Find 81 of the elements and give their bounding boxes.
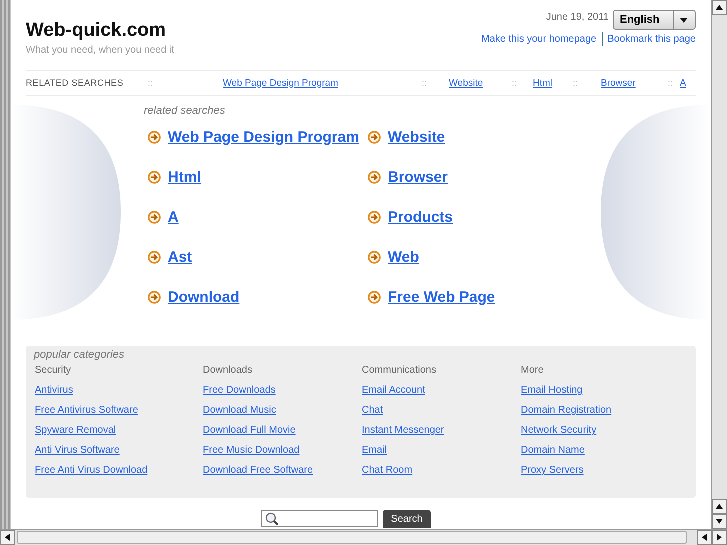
related-searches-label: RELATED SEARCHES xyxy=(26,78,124,88)
separator-mark: :: xyxy=(512,78,518,88)
category-link[interactable]: Antivirus xyxy=(35,385,74,405)
search-button[interactable]: Search xyxy=(383,510,431,528)
left-arrow-icon xyxy=(5,534,10,541)
arrow-icon xyxy=(368,210,381,224)
category-title: Security xyxy=(35,365,72,378)
related-search-link[interactable]: Browser xyxy=(388,168,448,186)
section-heading: related searches xyxy=(144,105,226,117)
horizontal-scrollbar[interactable] xyxy=(0,529,727,545)
scroll-up-button[interactable] xyxy=(712,0,727,15)
scroll-left-button[interactable] xyxy=(0,530,15,545)
header-link[interactable]: Make this your homepage xyxy=(482,34,597,44)
related-search-link[interactable]: A xyxy=(680,78,686,88)
related-search-link[interactable]: Web Page Design Program xyxy=(168,128,360,146)
section-heading: popular categories xyxy=(34,349,126,361)
category-title: Downloads xyxy=(203,365,254,378)
related-search-link[interactable]: Download xyxy=(168,288,240,306)
site-title: Web-quick.com xyxy=(26,20,168,42)
related-search-link[interactable]: Website xyxy=(388,128,446,146)
scroll-left-button[interactable] xyxy=(697,530,712,545)
category-link[interactable]: Anti Virus Software xyxy=(35,445,120,465)
category-title: Communications xyxy=(362,365,438,378)
separator-mark: :: xyxy=(148,78,154,88)
left-arrow-icon xyxy=(702,534,707,541)
category-link[interactable]: Free Anti Virus Download xyxy=(35,465,148,485)
scrollbar-thumb[interactable] xyxy=(17,531,687,544)
right-arrow-icon xyxy=(717,534,722,541)
related-search-link[interactable]: Ast xyxy=(168,248,192,266)
scroll-down-button[interactable] xyxy=(712,514,727,529)
category-title: More xyxy=(521,365,545,378)
category-link[interactable]: Proxy Servers xyxy=(521,465,584,485)
up-arrow-icon xyxy=(716,504,723,509)
language-dropdown[interactable]: English xyxy=(613,10,696,30)
arrow-icon xyxy=(368,250,381,264)
related-search-link[interactable]: Browser xyxy=(601,78,636,88)
category-link[interactable]: Domain Registration xyxy=(521,405,612,425)
scroll-up-button[interactable] xyxy=(712,499,727,514)
category-link[interactable]: Download Full Movie xyxy=(203,425,296,445)
category-link[interactable]: Email xyxy=(362,445,388,465)
category-link[interactable]: Email Hosting xyxy=(521,385,583,405)
down-arrow-icon xyxy=(716,519,723,524)
arrow-icon xyxy=(148,210,161,224)
separator-mark: :: xyxy=(422,78,428,88)
category-link[interactable]: Chat Room xyxy=(362,465,413,485)
category-link[interactable]: Spyware Removal xyxy=(35,425,116,445)
arrow-icon xyxy=(148,290,161,304)
related-search-link[interactable]: Html xyxy=(533,78,553,88)
header-link[interactable]: Bookmark this page xyxy=(608,34,696,44)
arrow-icon xyxy=(368,170,381,184)
related-search-link[interactable]: Web xyxy=(388,248,420,266)
separator-mark: :: xyxy=(573,78,578,88)
category-link[interactable]: Email Account xyxy=(362,385,426,405)
category-link[interactable]: Instant Messenger xyxy=(362,425,444,445)
arrow-icon xyxy=(368,130,381,144)
category-link[interactable]: Free Music Download xyxy=(203,445,300,465)
arrow-icon xyxy=(148,170,161,184)
related-search-link[interactable]: Website xyxy=(449,78,484,88)
date-label: June 19, 2011 xyxy=(546,12,609,23)
up-arrow-icon xyxy=(716,5,723,10)
category-link[interactable]: Network Security xyxy=(521,425,597,445)
related-search-link[interactable]: Web Page Design Program xyxy=(223,78,338,88)
related-search-link[interactable]: A xyxy=(168,208,179,226)
arrow-icon xyxy=(148,250,161,264)
category-link[interactable]: Free Antivirus Software xyxy=(35,405,138,425)
site-tagline: What you need, when you need it xyxy=(26,45,174,56)
arrow-icon xyxy=(148,130,161,144)
related-search-link[interactable]: Html xyxy=(168,168,202,186)
search-icon xyxy=(265,512,279,526)
scroll-right-button[interactable] xyxy=(712,530,727,545)
related-search-link[interactable]: Free Web Page xyxy=(388,288,496,306)
category-link[interactable]: Download Free Software xyxy=(203,465,314,485)
category-link[interactable]: Domain Name xyxy=(521,445,585,465)
category-link[interactable]: Free Downloads xyxy=(203,385,276,405)
category-link[interactable]: Download Music xyxy=(203,405,276,425)
category-link[interactable]: Chat xyxy=(362,405,384,425)
arrow-icon xyxy=(368,290,381,304)
search-field[interactable] xyxy=(261,510,378,527)
related-search-link[interactable]: Products xyxy=(388,208,454,226)
separator-mark: :: xyxy=(668,78,674,88)
vertical-scrollbar[interactable] xyxy=(711,0,727,529)
